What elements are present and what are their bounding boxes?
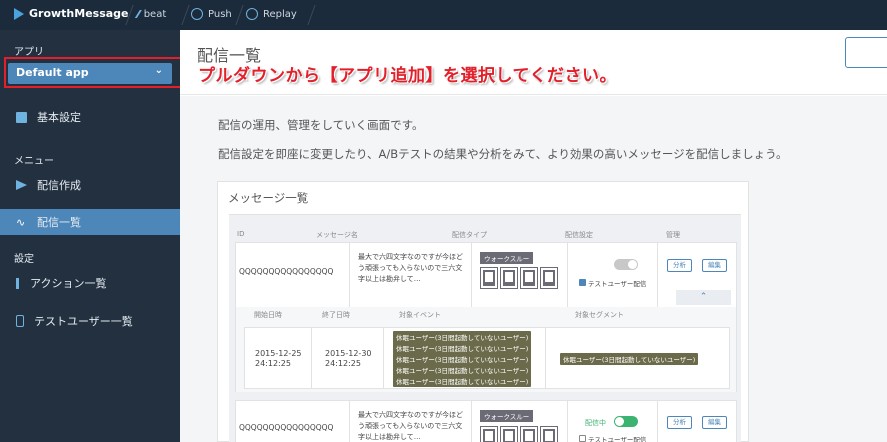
test-user-checkbox[interactable] — [579, 279, 586, 286]
analyze-button[interactable]: 分析 — [667, 416, 692, 429]
end-time: 24:12:25 — [325, 359, 361, 368]
sidebar-item-basic-settings[interactable]: 基本設定 — [0, 104, 180, 130]
divider — [567, 401, 568, 442]
top-bar: GrowthMessage ⁄⁄ beat Push Replay — [0, 0, 887, 30]
sub-column-header: 終了日時 — [322, 311, 350, 319]
start-date: 2015-12-25 — [255, 349, 302, 358]
screen-thumbnail[interactable] — [480, 267, 498, 289]
sidebar-item-actions[interactable]: アクション一覧 — [0, 270, 180, 296]
delivery-detail: 開始日時 終了日時 対象イベント 対象セグメント 2015-12-25 24:1… — [235, 307, 737, 392]
main-content: 配信の運用、管理をしていく画面です。 配信設定を即座に変更したり、A/Bテストの… — [180, 30, 887, 442]
instruction-callout: プルダウンから【アプリ追加】を選択してください。 — [198, 66, 617, 86]
test-user-checkbox[interactable] — [579, 435, 586, 442]
divider — [657, 243, 658, 307]
chevron-up-icon: ⌃ — [699, 292, 708, 302]
status-badge: 配信中 — [585, 419, 606, 427]
divider — [471, 243, 472, 307]
sidebar-item-label: 配信作成 — [37, 179, 81, 192]
delivery-toggle[interactable] — [614, 416, 638, 427]
logo-icon — [14, 7, 24, 20]
description-line-1: 配信の運用、管理をしていく画面です。 — [218, 118, 424, 132]
table-row[interactable]: QQQQQQQQQQQQQQQQ 最大で六四文字なのですが今ほどう頑張っても入ら… — [235, 242, 737, 308]
end-date: 2015-12-30 — [325, 349, 372, 358]
menu-section-label: メニュー — [14, 156, 54, 167]
mobile-icon — [16, 315, 24, 327]
analyze-button[interactable]: 分析 — [667, 259, 692, 272]
column-header: 配信タイプ — [452, 231, 487, 239]
sidebar-item-label: アクション一覧 — [30, 277, 107, 290]
segment-tag: 休眠ユーザー(3日間起動していないユーザー) — [560, 353, 699, 365]
divider — [657, 401, 658, 442]
settings-section-label: 設定 — [14, 254, 34, 265]
delivery-type-badge: ウォークスルー — [480, 252, 534, 264]
column-header: 配信設定 — [565, 231, 593, 239]
edit-button[interactable]: 編集 — [702, 259, 727, 272]
delivery-type-badge: ウォークスルー — [480, 410, 534, 422]
chart-line-icon: ∿ — [16, 215, 26, 229]
column-header: メッセージ名 — [316, 231, 358, 239]
panel-title: メッセージ一覧 — [228, 191, 309, 205]
edit-button[interactable]: 編集 — [702, 416, 727, 429]
column-header: 管理 — [666, 231, 680, 239]
nav-beat-label: beat — [143, 9, 167, 20]
sub-column-header: 対象セグメント — [575, 311, 624, 319]
collapse-toggle[interactable]: ⌃ — [676, 290, 731, 305]
start-time: 24:12:25 — [255, 359, 291, 368]
nav-separator — [168, 5, 190, 25]
test-user-label: テストユーザー配信 — [588, 436, 647, 442]
divider — [349, 243, 350, 307]
detail-row: 2015-12-25 24:12:25 2015-12-30 24:12:25 … — [244, 327, 730, 389]
screen-thumbnail[interactable] — [500, 267, 518, 289]
screen-thumbnail[interactable] — [500, 426, 518, 442]
event-tag: 休眠ユーザー(3日間起動していないユーザー) — [393, 375, 532, 387]
nav-replay[interactable]: Replay — [246, 8, 297, 20]
flag-icon — [16, 277, 20, 289]
screen-thumbnail[interactable] — [520, 426, 538, 442]
divider — [545, 328, 546, 388]
divider — [383, 328, 384, 388]
delivery-toggle[interactable] — [614, 259, 638, 270]
app-logo[interactable]: GrowthMessage — [14, 7, 129, 20]
message-table: ID メッセージ名 配信タイプ 配信設定 管理 QQQQQQQQQQQQQQQQ… — [229, 214, 741, 442]
nav-separator — [294, 5, 316, 25]
sidebar-item-create[interactable]: 配信作成 — [0, 172, 180, 198]
screen-thumbnail[interactable] — [540, 426, 558, 442]
table-row[interactable]: QQQQQQQQQQQQQQQQ 最大で六四文字なのですが今ほどう頑張っても入ら… — [235, 400, 737, 442]
sub-column-header: 対象イベント — [399, 311, 441, 319]
message-list-panel: メッセージ一覧 ID メッセージ名 配信タイプ 配信設定 管理 QQQQQQQQ… — [217, 181, 749, 442]
test-user-label: テストユーザー配信 — [588, 280, 647, 288]
nav-beat[interactable]: ⁄⁄ beat — [137, 8, 166, 21]
send-icon — [16, 180, 27, 190]
divider — [567, 243, 568, 307]
header-action-button[interactable] — [845, 37, 887, 68]
highlight-box — [4, 57, 185, 88]
toggle-knob — [615, 417, 624, 426]
description-line-2: 配信設定を即座に変更したり、A/Bテストの結果や分析をみて、より効果の高いメッセ… — [218, 147, 788, 161]
beat-icon: ⁄⁄ — [137, 8, 140, 21]
sidebar-item-label: テストユーザー一覧 — [34, 315, 133, 328]
sidebar-item-label: 配信一覧 — [37, 216, 81, 229]
screen-thumbnail[interactable] — [540, 267, 558, 289]
sidebar-item-label: 基本設定 — [37, 111, 81, 124]
divider — [471, 401, 472, 442]
image-icon — [16, 111, 27, 123]
row-message: 最大で六四文字なのですが今ほどう頑張っても入らないので三六文字以上は勘弁して… — [358, 253, 463, 283]
toggle-knob — [628, 260, 637, 269]
nav-replay-label: Replay — [263, 8, 297, 20]
row-message: 最大で六四文字なのですが今ほどう頑張っても入らないので三六文字以上は勘弁して… — [358, 411, 463, 441]
divider — [311, 328, 312, 388]
sidebar-item-list[interactable]: ∿ 配信一覧 — [0, 209, 180, 235]
sidebar-item-test-users[interactable]: テストユーザー一覧 — [0, 308, 180, 334]
row-id: QQQQQQQQQQQQQQQQ — [239, 423, 334, 432]
app-section-label: アプリ — [14, 47, 44, 58]
screen-thumbnail[interactable] — [520, 267, 538, 289]
sidebar: アプリ Default app ⌄ 基本設定 メニュー 配信作成 ∿ 配信一覧 … — [0, 30, 185, 442]
divider — [349, 401, 350, 442]
screen-thumbnail[interactable] — [480, 426, 498, 442]
row-id: QQQQQQQQQQQQQQQQ — [239, 267, 334, 276]
push-icon — [191, 8, 203, 20]
sub-column-header: 開始日時 — [254, 311, 282, 319]
replay-icon — [246, 8, 258, 20]
column-header: ID — [237, 230, 245, 238]
